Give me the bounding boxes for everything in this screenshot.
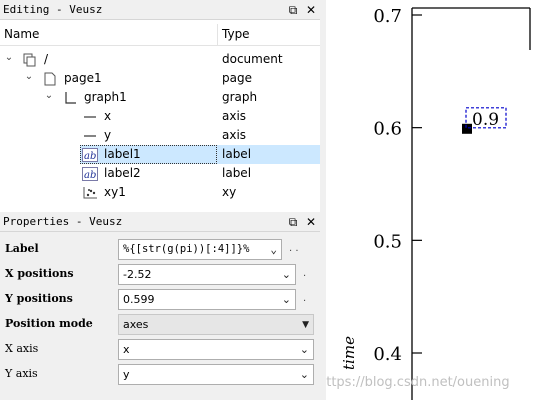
tree-row-graph1[interactable]: ⌄ graph1 graph [0, 88, 320, 107]
chevron-down-icon[interactable]: ⌄ [23, 71, 35, 82]
properties-body: Label %{[str(g(pi))[:4]]}% ⌄ . . X posit… [0, 234, 320, 400]
property-row-x-axis: X axis x ⌄ [0, 337, 320, 362]
chevron-down-icon[interactable]: ⌄ [300, 365, 309, 384]
y-axis-value: y [123, 368, 130, 381]
plot-svg: 0.4 0.5 0.6 0.7 time 0.9 https://blog.csdn.… [326, 6, 531, 400]
tree-node-name: x [104, 109, 112, 123]
properties-panel: Properties - Veusz ⧉ ✕ Label %{[str(g(pi… [0, 212, 320, 400]
tree-node-type: document [222, 52, 283, 66]
y-positions-value: 0.599 [123, 293, 155, 306]
x-axis-select[interactable]: x ⌄ [118, 339, 314, 360]
property-row-y-positions: Y positions 0.599 ⌄ . [0, 287, 320, 312]
chevron-down-icon[interactable]: ⌄ [43, 90, 55, 101]
svg-text:ab: ab [84, 151, 96, 162]
float-icon[interactable]: ⧉ [287, 216, 299, 228]
tree-row-x[interactable]: x axis [0, 107, 320, 126]
property-label: X axis [5, 342, 39, 355]
tree-node-type: graph [222, 90, 258, 104]
point-label[interactable]: 0.9 [472, 110, 499, 130]
x-axis-value: x [123, 343, 130, 356]
property-label: Y positions [5, 292, 73, 305]
tree-row-page1[interactable]: ⌄ page1 page [0, 69, 320, 88]
tree-header: Name Type [0, 24, 320, 46]
editing-panel-title: Editing - Veusz [3, 3, 103, 16]
tree-node-type: page [222, 71, 252, 85]
property-row-y-axis: Y axis y ⌄ [0, 362, 320, 387]
tree-node-name: page1 [64, 71, 102, 85]
close-icon[interactable]: ✕ [305, 4, 317, 16]
chevron-down-icon[interactable]: ⌄ [3, 52, 15, 63]
tree-node-type: axis [222, 109, 247, 123]
tree-row-xy1[interactable]: xy1 xy [0, 183, 320, 202]
label-icon: ab [82, 147, 98, 162]
label-text-value: %{[str(g(pi))[:4]]}% [123, 243, 250, 255]
chevron-down-icon[interactable]: ⌄ [282, 265, 291, 284]
y-tick-label: 0.6 [373, 119, 402, 140]
label-icon: ab [82, 166, 98, 181]
tree-row-label2[interactable]: ab label2 label [0, 164, 320, 183]
label-text-input[interactable]: %{[str(g(pi))[:4]]}% ⌄ [118, 239, 282, 260]
tree-node-type: xy [222, 185, 237, 199]
tree-node-type: label [222, 147, 252, 161]
property-row-label: Label %{[str(g(pi))[:4]]}% ⌄ . . [0, 237, 320, 262]
tree-node-name: label2 [104, 166, 141, 180]
data-point[interactable] [462, 123, 472, 134]
y-tick-label: 0.4 [373, 344, 402, 365]
axis-icon [82, 109, 98, 124]
y-positions-input[interactable]: 0.599 ⌄ [118, 289, 296, 310]
tree-node-type: label [222, 166, 252, 180]
property-label: Y axis [5, 367, 38, 380]
close-icon[interactable]: ✕ [305, 216, 317, 228]
tree-row-y[interactable]: y axis [0, 126, 320, 145]
graph-icon [62, 90, 78, 105]
x-positions-input[interactable]: -2.52 ⌄ [118, 264, 296, 285]
tree-row-label1[interactable]: ab label1 label [0, 145, 320, 164]
editing-panel: Editing - Veusz ⧉ ✕ Name Type ⌄ / docume… [0, 0, 320, 212]
y-tick-label: 0.5 [373, 231, 402, 252]
properties-panel-titlebar[interactable]: Properties - Veusz ⧉ ✕ [0, 212, 320, 232]
more-options-button[interactable]: . [303, 293, 306, 304]
tree-node-name: graph1 [84, 90, 127, 104]
x-positions-value: -2.52 [123, 268, 152, 281]
property-row-x-positions: X positions -2.52 ⌄ . [0, 262, 320, 287]
tree-node-type: axis [222, 128, 247, 142]
dropdown-arrow-icon[interactable]: ▼ [302, 316, 309, 334]
plot-canvas[interactable]: 0.4 0.5 0.6 0.7 time 0.9 https://blog.csdn.… [326, 0, 537, 400]
position-mode-select[interactable]: axes ▼ [118, 314, 314, 335]
y-axis-label: time [340, 336, 358, 370]
y-axis-select[interactable]: y ⌄ [118, 364, 314, 385]
tree-row-document[interactable]: ⌄ / document [0, 50, 320, 69]
more-options-button[interactable]: . . [289, 243, 299, 254]
float-icon[interactable]: ⧉ [287, 4, 299, 16]
property-label: Label [5, 242, 39, 255]
property-label: X positions [5, 267, 74, 280]
column-header-type[interactable]: Type [222, 27, 250, 41]
axis-icon [82, 128, 98, 143]
xy-icon [82, 185, 98, 200]
property-row-position-mode: Position mode axes ▼ [0, 312, 320, 337]
chevron-down-icon[interactable]: ⌄ [282, 290, 291, 309]
properties-panel-title: Properties - Veusz [3, 215, 123, 228]
svg-text:ab: ab [84, 170, 96, 181]
page-icon [42, 71, 58, 86]
chevron-down-icon[interactable]: ⌄ [270, 240, 277, 259]
column-header-name[interactable]: Name [4, 27, 39, 41]
tree-node-name: label1 [104, 147, 141, 161]
editing-panel-titlebar[interactable]: Editing - Veusz ⧉ ✕ [0, 0, 320, 20]
chevron-down-icon[interactable]: ⌄ [300, 340, 309, 359]
more-options-button[interactable]: . [303, 268, 306, 279]
position-mode-value: axes [123, 318, 149, 331]
tree-node-name: / [44, 52, 49, 66]
watermark: https://blog.csdn.net/ouening [326, 375, 510, 390]
property-label: Position mode [5, 317, 93, 330]
tree-node-name: y [104, 128, 112, 142]
tree-node-name: xy1 [104, 185, 126, 199]
y-tick-label: 0.7 [373, 6, 402, 27]
document-icon [22, 52, 38, 67]
